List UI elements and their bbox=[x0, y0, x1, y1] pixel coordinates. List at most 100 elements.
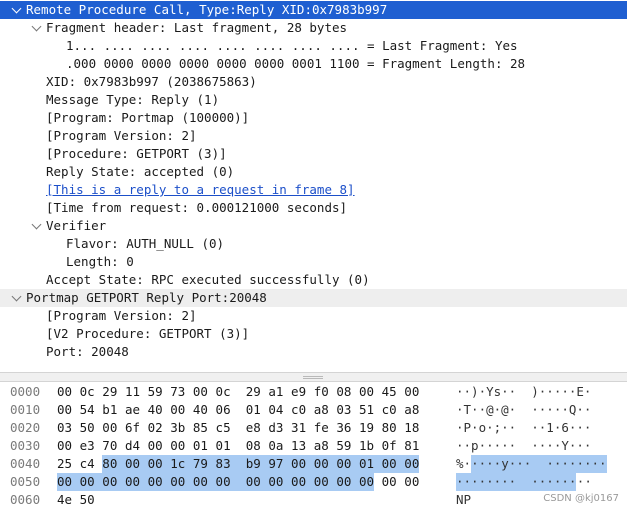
hex-byte[interactable]: 01 bbox=[216, 437, 231, 455]
ascii-segment[interactable]: NP bbox=[456, 491, 471, 508]
tree-row-flavor[interactable]: Flavor: AUTH_NULL (0) bbox=[0, 235, 627, 253]
ascii-segment[interactable]: ·T··@·@· ·····Q·· bbox=[456, 401, 591, 419]
hex-byte[interactable]: f0 bbox=[314, 383, 329, 401]
pane-splitter[interactable] bbox=[0, 372, 627, 382]
hex-byte[interactable]: 00 bbox=[57, 383, 72, 401]
hex-byte[interactable]: 00 bbox=[148, 437, 163, 455]
hex-byte[interactable]: 00 bbox=[170, 437, 185, 455]
hex-byte[interactable]: a8 bbox=[404, 401, 419, 419]
hex-byte[interactable]: 08 bbox=[336, 383, 351, 401]
hex-row[interactable]: 0000 00 0c 29 11 59 73 00 0c 29 a1 e9 f0 08 00 45 00 ··)·… bbox=[0, 383, 627, 401]
hex-byte[interactable]: 3b bbox=[170, 419, 185, 437]
expand-chevron-icon[interactable] bbox=[30, 217, 42, 235]
hex-byte[interactable]: 73 bbox=[170, 383, 185, 401]
hex-byte[interactable]: 01 bbox=[193, 437, 208, 455]
hex-byte[interactable]: d3 bbox=[268, 419, 283, 437]
hex-byte[interactable]: 29 bbox=[102, 383, 117, 401]
hex-byte[interactable]: 4e bbox=[57, 491, 72, 508]
hex-byte[interactable]: 00 bbox=[170, 473, 193, 491]
hex-byte[interactable]: 03 bbox=[57, 419, 72, 437]
tree-row-prog[interactable]: [Program: Portmap (100000)] bbox=[0, 109, 627, 127]
hex-byte[interactable]: ae bbox=[125, 401, 140, 419]
hex-byte[interactable]: 00 bbox=[102, 419, 117, 437]
hex-row[interactable]: 0010 00 54 b1 ae 40 00 40 06 01 04 c0 a8 03 51 c0 a8 ·T··… bbox=[0, 401, 627, 419]
hex-byte[interactable]: 02 bbox=[148, 419, 163, 437]
expand-chevron-icon[interactable] bbox=[30, 19, 42, 37]
hex-byte[interactable]: c0 bbox=[291, 401, 306, 419]
hex-byte[interactable]: c0 bbox=[382, 401, 397, 419]
hex-byte[interactable]: 01 bbox=[359, 455, 382, 473]
hex-byte[interactable]: 31 bbox=[291, 419, 306, 437]
hex-byte[interactable]: 1c bbox=[170, 455, 193, 473]
hex-byte[interactable]: 13 bbox=[291, 437, 306, 455]
hex-byte[interactable]: 54 bbox=[80, 401, 95, 419]
tree-row-lastfrag[interactable]: 1... .... .... .... .... .... .... .... … bbox=[0, 37, 627, 55]
tree-row-length[interactable]: Length: 0 bbox=[0, 253, 627, 271]
ascii-segment[interactable]: ··p····· ····Y··· bbox=[456, 437, 591, 455]
hex-byte[interactable]: 00 bbox=[336, 473, 359, 491]
hex-byte[interactable]: 00 bbox=[291, 473, 314, 491]
hex-byte[interactable]: 51 bbox=[359, 401, 374, 419]
hex-byte[interactable]: e3 bbox=[80, 437, 95, 455]
tree-row-rpc[interactable]: Remote Procedure Call, Type:Reply XID:0x… bbox=[0, 1, 627, 19]
tree-row-portmap[interactable]: Portmap GETPORT Reply Port:20048 bbox=[0, 289, 627, 307]
hex-byte[interactable]: 00 bbox=[291, 455, 314, 473]
hex-byte[interactable]: 00 bbox=[404, 383, 419, 401]
hex-byte[interactable]: 00 bbox=[268, 473, 292, 491]
hex-byte[interactable]: fe bbox=[314, 419, 329, 437]
hex-byte[interactable]: 40 bbox=[148, 401, 163, 419]
ascii-segment[interactable]: ·P·o·;·· ··1·6··· bbox=[456, 419, 591, 437]
hex-byte[interactable]: 01 bbox=[246, 401, 261, 419]
hex-byte[interactable]: 50 bbox=[80, 419, 95, 437]
hex-byte[interactable]: 00 bbox=[359, 383, 374, 401]
hex-byte[interactable]: 79 bbox=[192, 455, 216, 473]
hex-byte[interactable]: 00 bbox=[404, 473, 419, 491]
hex-byte[interactable]: 00 bbox=[124, 473, 148, 491]
hex-byte[interactable]: 00 bbox=[381, 455, 405, 473]
tree-row-pm-progver[interactable]: [Program Version: 2] bbox=[0, 307, 627, 325]
tree-row-timefrom[interactable]: [Time from request: 0.000121000 seconds] bbox=[0, 199, 627, 217]
tree-row-verifier[interactable]: Verifier bbox=[0, 217, 627, 235]
hex-byte[interactable]: 03 bbox=[336, 401, 351, 419]
ascii-segment[interactable]: %· bbox=[456, 455, 471, 473]
expand-chevron-icon[interactable] bbox=[10, 1, 22, 19]
hex-byte[interactable]: 00 bbox=[170, 401, 185, 419]
hex-byte[interactable]: 04 bbox=[268, 401, 283, 419]
hex-byte[interactable]: 85 bbox=[193, 419, 208, 437]
hex-byte[interactable]: 80 bbox=[382, 419, 397, 437]
hex-byte[interactable]: 00 bbox=[192, 473, 216, 491]
tree-row-pm-proc[interactable]: [V2 Procedure: GETPORT (3)] bbox=[0, 325, 627, 343]
hex-byte[interactable]: 00 bbox=[57, 437, 72, 455]
hex-byte[interactable]: 97 bbox=[268, 455, 292, 473]
hex-byte[interactable]: 00 bbox=[245, 473, 269, 491]
hex-byte[interactable]: 06 bbox=[216, 401, 231, 419]
tree-row-accept[interactable]: Accept State: RPC executed successfully … bbox=[0, 271, 627, 289]
hex-byte[interactable]: 00 bbox=[359, 473, 375, 491]
hex-byte[interactable]: 0a bbox=[268, 437, 283, 455]
hex-byte[interactable]: 11 bbox=[125, 383, 140, 401]
hex-byte[interactable]: a1 bbox=[268, 383, 283, 401]
hex-byte[interactable]: 80 bbox=[102, 455, 125, 473]
hex-byte[interactable]: 0f bbox=[382, 437, 397, 455]
hex-row[interactable]: 0040 25 c4 80 00 00 1c 79 83 b9 97 00 00 00 01 00 00 %· ··… bbox=[0, 455, 627, 473]
tree-row-xid[interactable]: XID: 0x7983b997 (2038675863) bbox=[0, 73, 627, 91]
hex-byte[interactable]: 83 bbox=[215, 455, 246, 473]
hex-row[interactable]: 0020 03 50 00 6f 02 3b 85 c5 e8 d3 31 fe 36 19 80 18 ·P·o… bbox=[0, 419, 627, 437]
hex-byte[interactable]: 36 bbox=[336, 419, 351, 437]
hex-byte[interactable]: 0c bbox=[216, 383, 231, 401]
hex-byte[interactable]: 29 bbox=[246, 383, 261, 401]
hex-byte[interactable]: a8 bbox=[314, 401, 329, 419]
hex-byte[interactable]: 6f bbox=[125, 419, 140, 437]
hex-byte[interactable]: 70 bbox=[102, 437, 117, 455]
packet-bytes-pane[interactable]: 0000 00 0c 29 11 59 73 00 0c 29 a1 e9 f0 08 00 45 00 ··)·… bbox=[0, 382, 627, 508]
hex-byte[interactable]: 00 bbox=[102, 473, 125, 491]
tree-row-label[interactable]: [This is a reply to a request in frame 8… bbox=[46, 181, 355, 199]
splitter-grip[interactable] bbox=[303, 376, 323, 379]
hex-byte[interactable]: 00 bbox=[215, 473, 246, 491]
tree-row-port[interactable]: Port: 20048 bbox=[0, 343, 627, 361]
hex-byte[interactable]: 45 bbox=[382, 383, 397, 401]
hex-byte[interactable]: b1 bbox=[102, 401, 117, 419]
hex-byte[interactable]: 00 bbox=[382, 473, 397, 491]
ascii-segment[interactable]: ·· bbox=[577, 473, 592, 491]
hex-byte[interactable]: 59 bbox=[336, 437, 351, 455]
